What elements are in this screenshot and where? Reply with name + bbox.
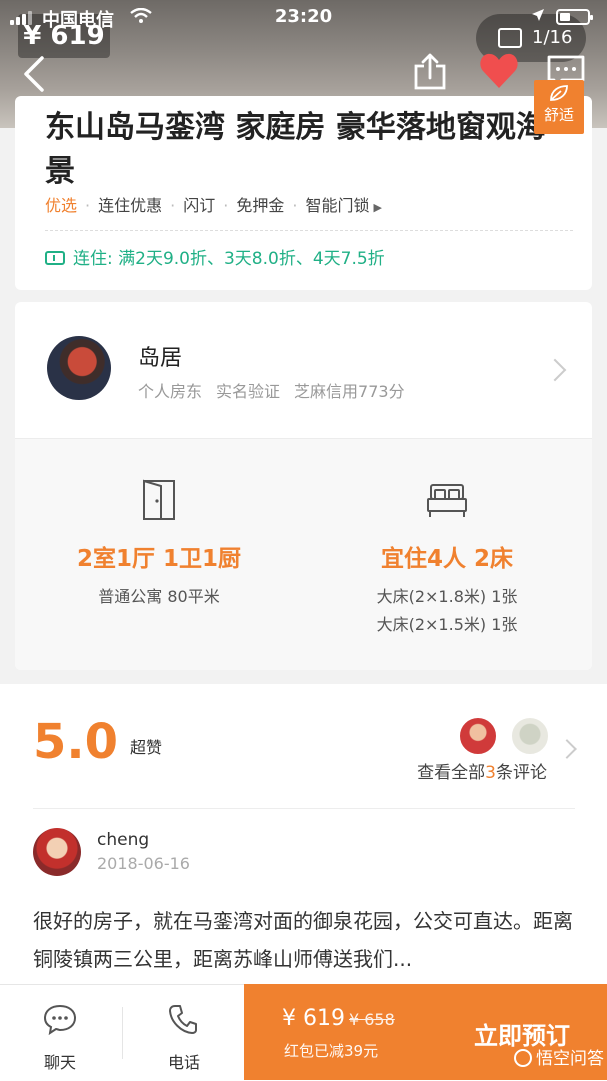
host-type: 个人房东 bbox=[138, 382, 203, 401]
reviewer-avatar bbox=[510, 716, 550, 756]
phone-label: 电话 bbox=[167, 1053, 200, 1072]
bed-icon bbox=[427, 484, 467, 517]
booking-price: ¥ 619 ¥ 658 bbox=[282, 1006, 395, 1031]
bed-detail-2: 大床(2×1.5米) 1张 bbox=[376, 615, 518, 634]
battery-icon bbox=[556, 9, 593, 25]
host-avatar[interactable] bbox=[47, 336, 111, 400]
watermark: 悟空问答 bbox=[454, 1044, 604, 1069]
tag-stay-discount: 连住优惠 bbox=[98, 196, 163, 215]
chevron-right-icon[interactable] bbox=[543, 358, 567, 382]
host-verified: 实名验证 bbox=[216, 382, 281, 401]
review-author-name: cheng bbox=[97, 830, 150, 850]
long-stay-promo: 连住: 满2天9.0折、3天8.0折、4天7.5折 bbox=[45, 246, 585, 272]
chat-button[interactable]: 聊天 bbox=[0, 985, 120, 1081]
tag-no-deposit: 免押金 bbox=[236, 196, 285, 215]
back-icon[interactable] bbox=[18, 54, 52, 94]
view-all-reviews-link[interactable]: 查看全部3条评论 bbox=[370, 758, 547, 783]
review-score-word: 超赞 bbox=[130, 738, 163, 757]
tags-expand-arrow-icon: ▶ bbox=[373, 201, 382, 214]
door-icon bbox=[143, 479, 175, 520]
leaf-icon bbox=[550, 85, 568, 101]
tag-youxuan: 优选 bbox=[45, 196, 78, 215]
promo-text: 连住: 满2天9.0折、3天8.0折、4天7.5折 bbox=[73, 249, 385, 269]
room-features: 2室1厅 1卫1厨 普通公寓 80平米 宜住4人 2床 大床(2×1.8米) 1… bbox=[15, 439, 592, 670]
host-name[interactable]: 岛居 bbox=[138, 340, 182, 372]
feature-tags[interactable]: 优选 · 连住优惠 · 闪订 · 免押金 · 智能门锁 ▶ bbox=[45, 194, 585, 218]
original-price: ¥ 658 bbox=[348, 1010, 395, 1029]
ticket-icon bbox=[45, 251, 65, 265]
share-icon[interactable] bbox=[410, 52, 450, 92]
review-score: 5.0 bbox=[33, 714, 119, 770]
feature-capacity: 宜住4人 2床 大床(2×1.8米) 1张 大床(2×1.5米) 1张 bbox=[303, 439, 591, 670]
listing-title: 东山岛马銮湾 家庭房 豪华落地窗观海景 bbox=[45, 110, 546, 189]
location-arrow-icon bbox=[532, 9, 544, 21]
feature-layout: 2室1厅 1卫1厨 普通公寓 80平米 bbox=[15, 439, 303, 670]
reviews-section: 5.0 超赞 查看全部3条评论 cheng 2018-06-16 很好的房子，就… bbox=[0, 684, 607, 984]
comfort-badge: 舒适 bbox=[534, 80, 584, 134]
phone-icon bbox=[169, 1005, 197, 1034]
comfort-badge-label: 舒适 bbox=[543, 106, 574, 124]
listing-card: 东山岛马銮湾 家庭房 豪华落地窗观海景 优选 · 连住优惠 · 闪订 · 免押金 · 智能门锁 ▶… bbox=[15, 96, 592, 290]
divider bbox=[122, 1007, 123, 1059]
review-date: 2018-06-16 bbox=[97, 854, 190, 873]
chevron-right-icon[interactable] bbox=[557, 739, 577, 759]
favorite-heart-icon[interactable] bbox=[478, 50, 520, 92]
tag-instant-book: 闪订 bbox=[183, 196, 216, 215]
host-card: 岛居 个人房东 实名验证 芝麻信用773分 2室1厅 1卫1厨 普通公寓 80平米 bbox=[15, 302, 592, 670]
chat-label: 聊天 bbox=[43, 1053, 76, 1072]
reviewer-avatar bbox=[458, 716, 498, 756]
capacity-headline: 宜住4人 2床 bbox=[380, 546, 513, 572]
review-author-avatar bbox=[33, 828, 81, 876]
review-text[interactable]: 很好的房子，就在马銮湾对面的御泉花园，公交可直达。距离铜陵镇两三公里，距离苏峰山… bbox=[33, 902, 573, 978]
host-credit: 芝麻信用773分 bbox=[294, 382, 405, 401]
divider bbox=[45, 230, 573, 231]
status-bar: 中国电信 23:20 bbox=[0, 0, 607, 36]
chat-icon bbox=[43, 1004, 77, 1035]
review-count: 3 bbox=[485, 763, 496, 783]
layout-headline: 2室1厅 1卫1厨 bbox=[76, 546, 242, 572]
host-meta: 个人房东 实名验证 芝麻信用773分 bbox=[138, 378, 419, 402]
phone-button[interactable]: 电话 bbox=[124, 985, 244, 1081]
bed-detail-1: 大床(2×1.8米) 1张 bbox=[376, 587, 518, 606]
tag-smart-lock: 智能门锁 bbox=[305, 196, 370, 215]
red-packet-discount: 红包已减39元 bbox=[284, 1042, 379, 1060]
wukong-logo-icon bbox=[514, 1049, 532, 1067]
clock: 23:20 bbox=[274, 6, 333, 27]
divider bbox=[33, 808, 575, 809]
layout-detail: 普通公寓 80平米 bbox=[98, 587, 220, 606]
